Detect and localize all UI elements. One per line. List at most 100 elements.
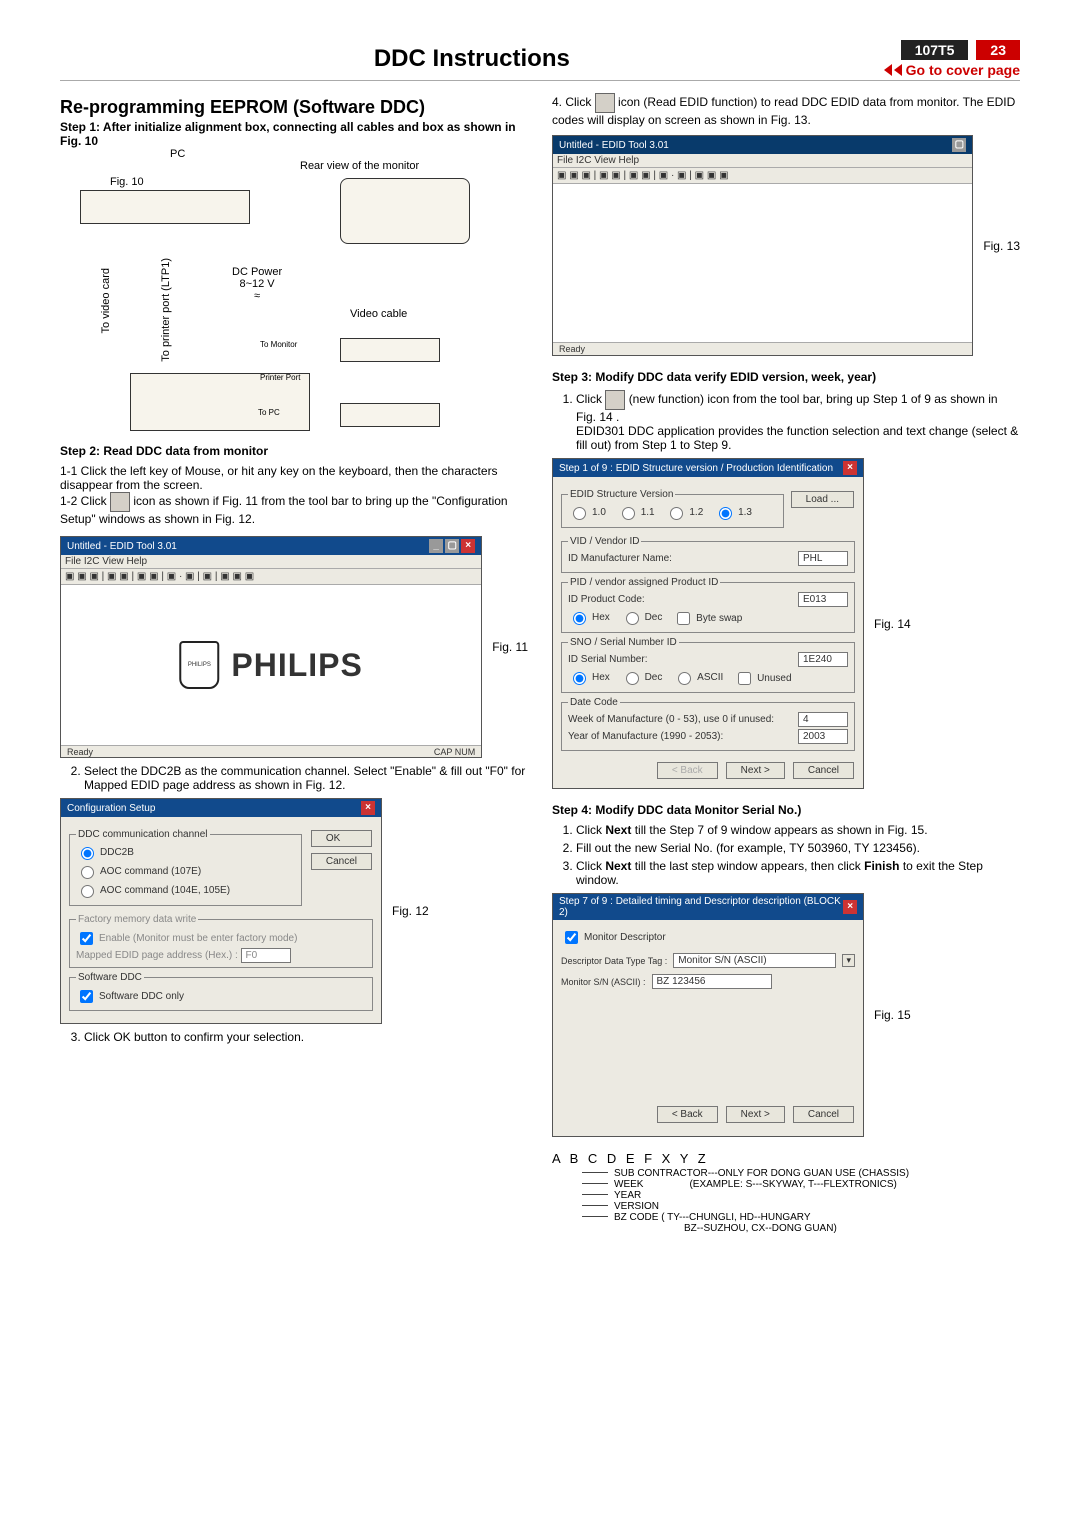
philips-shield-icon: PHILIPS [179,641,219,689]
fig10-pc-label: PC [170,148,185,160]
step4-item-1: Click Next till the Step 7 of 9 window a… [576,823,1020,837]
fig10-printer-port-label: To printer port (LTP1) [160,258,172,362]
rewind-icon [894,64,902,76]
mapped-edid-input[interactable]: F0 [241,948,291,963]
close-icon[interactable]: × [843,461,857,475]
section-heading: Re-programming EEPROM (Software DDC) [60,97,528,118]
step3-item: Click (new function) icon from the tool … [576,390,1020,452]
opt-hex[interactable]: Hex [568,609,610,625]
close-icon[interactable]: × [843,900,857,914]
status-right: CAP NUM [434,747,475,757]
week-input[interactable]: 4 [798,712,848,727]
descriptor-tag-label: Descriptor Data Type Tag : [561,956,667,966]
figure-10-label: Fig. 10 [110,176,144,188]
config-setup-title: Configuration Setup [67,803,155,814]
model-tag: 107T5 [901,40,969,60]
ver-1-3[interactable]: 1.3 [714,504,752,520]
page-number-tag: 23 [976,40,1020,60]
opt-aoc107e[interactable]: AOC command (107E) [76,863,201,879]
pc-box [80,190,250,224]
connector-box [340,338,440,362]
figure-14-screenshot: Step 1 of 9 : EDID Structure version / P… [552,458,864,789]
monitor-sn-input[interactable]: BZ 123456 [652,974,772,989]
edid-tool-title: Untitled - EDID Tool 3.01 [67,541,177,552]
step7of9-title: Step 7 of 9 : Detailed timing and Descri… [559,896,843,918]
back-button[interactable]: < Back [657,1106,718,1123]
step4-item-2: Fill out the new Serial No. (for example… [576,841,1020,855]
year-label: Year of Manufacture (1990 - 2053): [568,731,723,742]
week-label: Week of Manufacture (0 - 53), use 0 if u… [568,714,774,725]
year-input[interactable]: 2003 [798,729,848,744]
select-ddc2b-note: Select the DDC2B as the communication ch… [84,764,528,792]
chk-monitor-descriptor[interactable]: Monitor Descriptor [561,928,666,947]
step3-title: Step 3: Modify DDC data verify EDID vers… [552,370,1020,384]
cancel-button[interactable]: Cancel [311,853,372,870]
sn-opt-ascii[interactable]: ASCII [673,669,723,685]
figure-11-screenshot: Untitled - EDID Tool 3.01 _ ▢ × File I2C… [60,536,482,758]
close-icon[interactable]: × [361,801,375,815]
product-code-label: ID Product Code: [568,594,645,605]
figure-13-screenshot: Untitled - EDID Tool 3.01 ▢ File I2C Vie… [552,135,973,356]
chk-unused[interactable]: Unused [734,669,791,688]
figure-10-diagram: PC Rear view of the monitor Fig. 10 To v… [60,148,528,438]
next-button[interactable]: Next > [726,1106,785,1123]
ver-1-2[interactable]: 1.2 [665,504,703,520]
ok-button[interactable]: OK [311,830,372,847]
cover-page-link[interactable]: Go to cover page [884,62,1020,78]
mfr-name-input[interactable]: PHL [798,551,848,566]
step2-item-1: 1-1 Click the left key of Mouse, or hit … [60,464,528,492]
chk-soft-only[interactable]: Software DDC only [76,987,184,1006]
grp-comm-legend: DDC communication channel [76,829,210,840]
figure-15-label: Fig. 15 [874,1008,911,1022]
grp-factory-legend: Factory memory data write [76,914,198,925]
fig10-printerport-label: Printer Port [260,373,300,382]
fig10-dcpower-label: DC Power 8~12 V ≈ [232,266,282,302]
mapped-edid-label: Mapped EDID page address (Hex.) : [76,950,238,961]
figure-12-screenshot: Configuration Setup × DDC communication … [60,798,382,1024]
next-button[interactable]: Next > [726,762,785,779]
step4-item-3: Click Next till the last step window app… [576,859,1020,887]
config-setup-icon [110,492,130,512]
ver-1-0[interactable]: 1.0 [568,504,606,520]
cancel-button[interactable]: Cancel [793,762,854,779]
cancel-button[interactable]: Cancel [793,1106,854,1123]
chk-byteswap[interactable]: Byte swap [673,609,742,628]
opt-aoc104e[interactable]: AOC command (104E, 105E) [76,882,230,898]
click-ok-note: Click OK button to confirm your selectio… [84,1030,528,1044]
figure-12-label: Fig. 12 [392,904,429,918]
mfr-name-label: ID Manufacturer Name: [568,553,672,564]
step2-title: Step 2: Read DDC data from monitor [60,444,528,458]
rewind-icon [884,64,892,76]
step2-item-2: 1-2 Click icon as shown if Fig. 11 from … [60,492,528,526]
step1-title: Step 1: After initialize alignment box, … [60,120,528,148]
grp-soft-legend: Software DDC [76,972,144,983]
serial-number-input[interactable]: 1E240 [798,652,848,667]
fig10-tomonitor-label: To Monitor [260,340,297,349]
read-edid-instruction: 4. Click icon (Read EDID function) to re… [552,93,1020,127]
edid-tool-toolbar[interactable]: ▣ ▣ ▣ | ▣ ▣ | ▣ ▣ | ▣ · ▣ | ▣ | ▣ ▣ ▣ [61,569,481,585]
chk-enable[interactable]: Enable (Monitor must be enter factory mo… [76,929,297,948]
descriptor-tag-select[interactable]: Monitor S/N (ASCII) [673,953,836,968]
ver-1-1[interactable]: 1.1 [617,504,655,520]
opt-ddc2b[interactable]: DDC2B [76,844,134,860]
edid-tool-menubar[interactable]: File I2C View Help [61,555,481,569]
monitor-box [340,178,470,244]
read-edid-icon [595,93,615,113]
back-button: < Back [657,762,718,779]
product-code-input[interactable]: E013 [798,592,848,607]
figure-15-screenshot: Step 7 of 9 : Detailed timing and Descri… [552,893,864,1137]
load-button[interactable]: Load ... [791,491,854,508]
figure-14-label: Fig. 14 [874,617,911,631]
sn-opt-hex[interactable]: Hex [568,669,610,685]
figure-11-label: Fig. 11 [492,640,528,654]
page-title: DDC Instructions [60,45,884,73]
figure-13-label: Fig. 13 [983,239,1020,253]
serial-number-legend: A B C D E F X Y Z SUB CONTRACTOR---ONLY … [552,1151,1020,1234]
connector-box [340,403,440,427]
fig10-topc-label: To PC [258,408,280,417]
opt-dec[interactable]: Dec [621,609,663,625]
sn-opt-dec[interactable]: Dec [621,669,663,685]
chevron-down-icon[interactable]: ▾ [842,954,855,967]
new-function-icon [605,390,625,410]
fig10-rear-label: Rear view of the monitor [300,160,419,172]
